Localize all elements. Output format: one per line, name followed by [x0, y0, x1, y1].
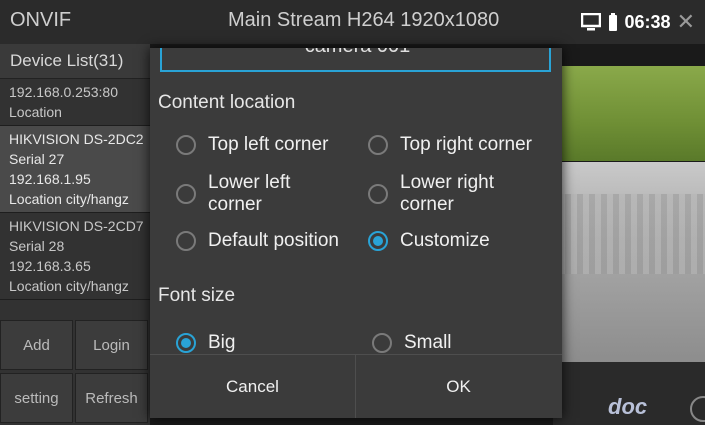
add-button[interactable]: Add: [0, 320, 73, 370]
video-scene-foliage: [553, 66, 705, 161]
device-model: HIKVISION DS-2CD7: [9, 218, 144, 234]
option-label: Top left corner: [208, 134, 329, 155]
clock-time: 06:38: [624, 11, 671, 32]
option-customize[interactable]: Customize: [368, 230, 490, 252]
osd-settings-dialog: camera 001 Content location Top left cor…: [150, 48, 562, 418]
option-label: Top right corner: [400, 134, 533, 155]
option-top-left[interactable]: Top left corner: [176, 134, 328, 156]
font-size-label: Font size: [158, 285, 236, 306]
radio-selected-icon: [368, 231, 388, 251]
camera-name-value: camera 001: [162, 48, 553, 58]
radio-selected-icon: [176, 333, 196, 353]
device-item[interactable]: HIKVISION DS-2CD7 Serial 28 192.168.3.65…: [0, 213, 150, 300]
option-top-right[interactable]: Top right corner: [368, 134, 532, 156]
option-label: Default position: [208, 230, 339, 251]
option-font-small[interactable]: Small: [372, 332, 452, 354]
option-lower-left[interactable]: Lower left corner: [176, 172, 341, 216]
option-label: Small: [404, 332, 452, 353]
device-list-panel: Device List(31) 192.168.0.253:80 Locatio…: [0, 44, 150, 425]
login-button[interactable]: Login: [75, 320, 148, 370]
video-scene-texture: [553, 194, 705, 274]
device-address: 192.168.3.65: [9, 258, 91, 274]
radio-icon: [176, 231, 196, 251]
setting-button[interactable]: setting: [0, 373, 73, 423]
radio-icon: [372, 333, 392, 353]
content-location-label: Content location: [158, 92, 296, 113]
app-title: ONVIF: [10, 9, 72, 31]
cancel-button[interactable]: Cancel: [150, 355, 355, 418]
device-location: Location city/hangz: [9, 191, 129, 207]
monitor-icon[interactable]: [580, 13, 601, 31]
video-overlay-text: doc: [608, 394, 648, 419]
option-label: Lower right corner: [400, 172, 494, 215]
device-list-header: Device List(31): [0, 44, 150, 79]
device-item-selected[interactable]: HIKVISION DS-2DC2 Serial 27 192.168.1.95…: [0, 126, 150, 213]
option-default-position[interactable]: Default position: [176, 230, 339, 252]
device-location: Location city/hangz: [9, 278, 129, 294]
refresh-button[interactable]: Refresh: [75, 373, 148, 423]
top-bar: ONVIF Main Stream H264 1920x1080 06:38 ✕: [0, 0, 705, 44]
option-label: Big: [208, 332, 236, 353]
option-label: Customize: [400, 230, 490, 251]
device-model: HIKVISION DS-2DC2: [9, 131, 144, 147]
radio-icon: [176, 184, 196, 204]
radio-icon: [176, 135, 196, 155]
battery-icon: [607, 12, 619, 32]
device-serial: Serial 27: [9, 151, 65, 167]
status-area: 06:38 ✕: [580, 10, 695, 34]
device-address: 192.168.1.95: [9, 171, 91, 187]
option-label: Lower left corner: [208, 172, 291, 215]
option-lower-right[interactable]: Lower right corner: [368, 172, 538, 216]
device-serial: Serial 28: [9, 238, 65, 254]
ok-button[interactable]: OK: [356, 355, 561, 418]
radio-icon: [368, 184, 388, 204]
close-icon[interactable]: ✕: [677, 11, 695, 33]
radio-icon: [368, 135, 388, 155]
device-address: 192.168.0.253:80: [9, 84, 118, 100]
stream-title: Main Stream H264 1920x1080: [228, 9, 500, 31]
device-location: Location: [9, 104, 62, 120]
option-font-big[interactable]: Big: [176, 332, 235, 354]
camera-name-field[interactable]: camera 001: [160, 48, 551, 72]
device-item[interactable]: 192.168.0.253:80 Location: [0, 79, 150, 126]
